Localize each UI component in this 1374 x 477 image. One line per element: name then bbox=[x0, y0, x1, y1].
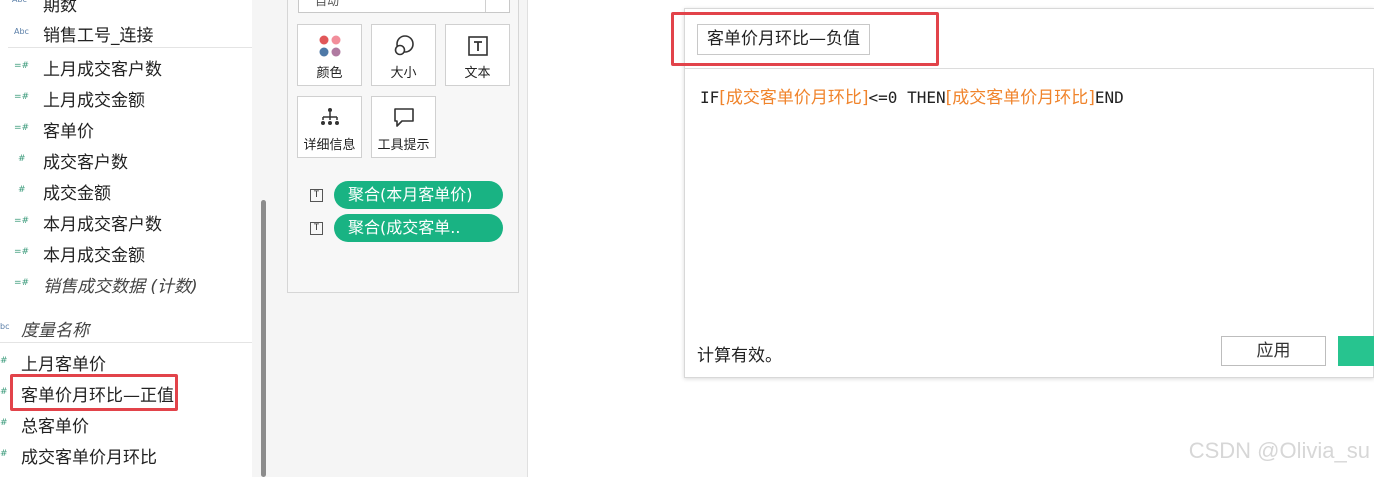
color-button[interactable]: 颜色 bbox=[297, 24, 362, 86]
field-label: 销售成交数据 (计数) bbox=[43, 277, 198, 297]
text-button[interactable]: 文本 bbox=[445, 24, 510, 86]
data-pane: Abc 期数 Abc 销售工号_连接 =# 上月成交客户数 =# 上月成交金额 … bbox=[0, 0, 252, 477]
calc-measure-icon: =# bbox=[14, 247, 30, 257]
highlight-box bbox=[671, 12, 939, 66]
marks-pane: 自动 颜色 大小 文本 详细信息 工具提示 T 聚合(本月客单价) T 聚合(成… bbox=[278, 0, 528, 477]
measure-icon: # bbox=[0, 356, 8, 366]
field-label: 成交客单价月环比 bbox=[21, 448, 157, 468]
apply-button[interactable]: 应用 bbox=[1221, 336, 1326, 366]
string-type-icon: Abc bbox=[12, 0, 27, 4]
string-type-icon: bc bbox=[0, 322, 10, 331]
scrollbar[interactable] bbox=[261, 200, 266, 477]
detail-icon bbox=[320, 108, 339, 125]
field-label: 总客单价 bbox=[21, 417, 89, 437]
field-pill[interactable]: 聚合(本月客单价) bbox=[334, 181, 503, 209]
keyword-end: END bbox=[1094, 88, 1124, 107]
color-icon bbox=[319, 35, 340, 57]
chevron-down-icon[interactable] bbox=[485, 0, 509, 12]
operator: <=0 THEN bbox=[868, 88, 946, 107]
calc-measure-icon: =# bbox=[14, 123, 30, 133]
text-icon bbox=[467, 36, 488, 56]
field-label: 本月成交客户数 bbox=[43, 215, 162, 235]
measure-icon: # bbox=[0, 418, 8, 428]
tableau-workspace: Abc 期数 Abc 销售工号_连接 =# 上月成交客户数 =# 上月成交金额 … bbox=[0, 0, 1374, 477]
formula-editor[interactable]: IF[成交客单价月环比]<=0 THEN[成交客单价月环比]END bbox=[700, 83, 1124, 108]
calc-measure-icon: =# bbox=[14, 92, 30, 102]
marks-field-row[interactable]: T 聚合(成交客单.. bbox=[310, 213, 503, 243]
ok-button[interactable] bbox=[1338, 336, 1374, 366]
measure-icon: # bbox=[0, 449, 8, 459]
field-label: 本月成交金额 bbox=[43, 246, 145, 266]
marks-card: 自动 颜色 大小 文本 详细信息 工具提示 T 聚合(本月客单价) T 聚合(成… bbox=[287, 0, 519, 293]
field-label: 上月成交金额 bbox=[43, 91, 145, 111]
field-label: 客单价 bbox=[43, 122, 94, 142]
field-label: 期数 bbox=[43, 0, 77, 16]
mark-button-label: 大小 bbox=[390, 66, 417, 81]
watermark: CSDN @Olivia_su bbox=[1188, 438, 1370, 463]
mark-button-label: 详细信息 bbox=[303, 138, 356, 153]
measure-icon: # bbox=[18, 154, 26, 164]
field-label: 上月客单价 bbox=[21, 355, 106, 375]
measure-icon: # bbox=[18, 185, 26, 195]
field-label: 销售工号_连接 bbox=[43, 26, 154, 46]
tooltip-icon bbox=[393, 108, 414, 127]
detail-button[interactable]: 详细信息 bbox=[297, 96, 362, 158]
calc-measure-icon: =# bbox=[14, 278, 30, 288]
divider bbox=[0, 342, 252, 343]
field-label: 度量名称 bbox=[21, 321, 89, 341]
text-mark-icon: T bbox=[310, 188, 323, 202]
field-label: 上月成交客户数 bbox=[43, 60, 162, 80]
field-label: 成交金额 bbox=[43, 184, 111, 204]
tooltip-button[interactable]: 工具提示 bbox=[371, 96, 436, 158]
calc-measure-icon: =# bbox=[14, 216, 30, 226]
mark-type-value: 自动 bbox=[315, 0, 340, 8]
measure-icon: # bbox=[0, 387, 8, 397]
calc-measure-icon: =# bbox=[14, 61, 30, 71]
mark-button-label: 工具提示 bbox=[377, 138, 430, 153]
divider bbox=[8, 47, 252, 48]
highlight-box bbox=[10, 374, 178, 411]
mark-button-label: 文本 bbox=[464, 66, 491, 81]
size-button[interactable]: 大小 bbox=[371, 24, 436, 86]
size-icon bbox=[394, 35, 414, 56]
validation-status: 计算有效。 bbox=[697, 346, 782, 366]
keyword-if: IF bbox=[700, 88, 720, 107]
string-type-icon: Abc bbox=[14, 27, 29, 36]
field-label: 成交客户数 bbox=[43, 153, 128, 173]
field-reference: [成交客单价月环比] bbox=[945, 88, 1095, 108]
mark-button-label: 颜色 bbox=[316, 66, 343, 81]
marks-field-row[interactable]: T 聚合(本月客单价) bbox=[310, 180, 503, 210]
mark-type-dropdown[interactable]: 自动 bbox=[298, 0, 510, 13]
field-pill[interactable]: 聚合(成交客单.. bbox=[334, 214, 503, 242]
field-reference: [成交客单价月环比] bbox=[719, 88, 869, 108]
text-mark-icon: T bbox=[310, 221, 323, 235]
